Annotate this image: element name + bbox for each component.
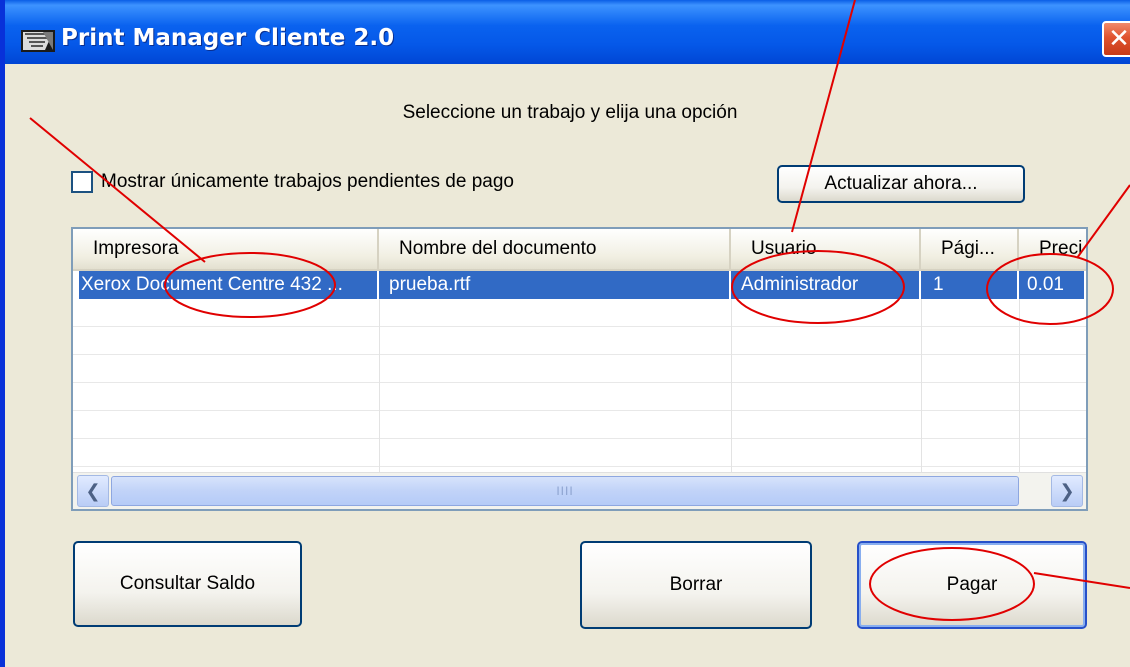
column-header-price[interactable]: Preci	[1019, 229, 1086, 269]
list-header: Impresora Nombre del documento Usuario P…	[73, 229, 1086, 271]
cell-separator	[919, 271, 921, 299]
pay-button[interactable]: Pagar	[857, 541, 1087, 629]
pending-filter[interactable]: Mostrar únicamente trabajos pendientes d…	[71, 168, 514, 196]
print-manager-window: Print Manager Cliente 2.0 ✕ Seleccione u…	[0, 0, 1130, 667]
empty-row	[73, 383, 1086, 411]
job-price-cell: 0.01	[1027, 274, 1064, 295]
scroll-left-arrow-icon[interactable]: ❮	[77, 475, 109, 507]
job-printer-cell: Xerox Document Centre 432 ...	[81, 274, 343, 295]
print-jobs-list[interactable]: Impresora Nombre del documento Usuario P…	[71, 227, 1088, 511]
printer-app-icon	[21, 30, 55, 52]
close-icon[interactable]: ✕	[1102, 21, 1130, 57]
column-divider	[921, 271, 922, 472]
pending-only-checkbox[interactable]	[71, 171, 93, 193]
job-user-cell: Administrador	[741, 274, 859, 295]
cell-separator	[1017, 271, 1019, 299]
empty-row	[73, 327, 1086, 355]
window-title: Print Manager Cliente 2.0	[61, 25, 395, 51]
empty-row	[73, 355, 1086, 383]
job-pages-cell: 1	[933, 274, 944, 295]
column-header-user[interactable]: Usuario	[731, 229, 921, 269]
scroll-right-arrow-icon[interactable]: ❯	[1051, 475, 1083, 507]
cell-separator	[377, 271, 379, 299]
column-divider	[379, 271, 380, 472]
delete-button[interactable]: Borrar	[580, 541, 812, 629]
column-header-printer[interactable]: Impresora	[73, 229, 379, 269]
instruction-text: Seleccione un trabajo y elija una opción	[402, 102, 738, 123]
empty-row	[73, 299, 1086, 327]
column-header-document[interactable]: Nombre del documento	[379, 229, 731, 269]
pending-only-label[interactable]: Mostrar únicamente trabajos pendientes d…	[101, 171, 514, 193]
column-divider	[1019, 271, 1020, 472]
table-row-selected[interactable]: Xerox Document Centre 432 ... prueba.rtf…	[79, 271, 1084, 299]
refresh-now-button[interactable]: Actualizar ahora...	[777, 165, 1025, 203]
column-divider	[731, 271, 732, 472]
check-balance-button[interactable]: Consultar Saldo	[73, 541, 302, 627]
scrollbar-thumb[interactable]: IIII	[111, 476, 1019, 506]
job-document-cell: prueba.rtf	[389, 274, 471, 295]
horizontal-scrollbar[interactable]: ❮ IIII ❯	[73, 472, 1086, 509]
title-bar[interactable]: Print Manager Cliente 2.0 ✕	[5, 0, 1130, 64]
cell-separator	[729, 271, 731, 299]
column-header-pages[interactable]: Pági...	[921, 229, 1019, 269]
empty-row	[73, 411, 1086, 439]
empty-row	[73, 439, 1086, 467]
